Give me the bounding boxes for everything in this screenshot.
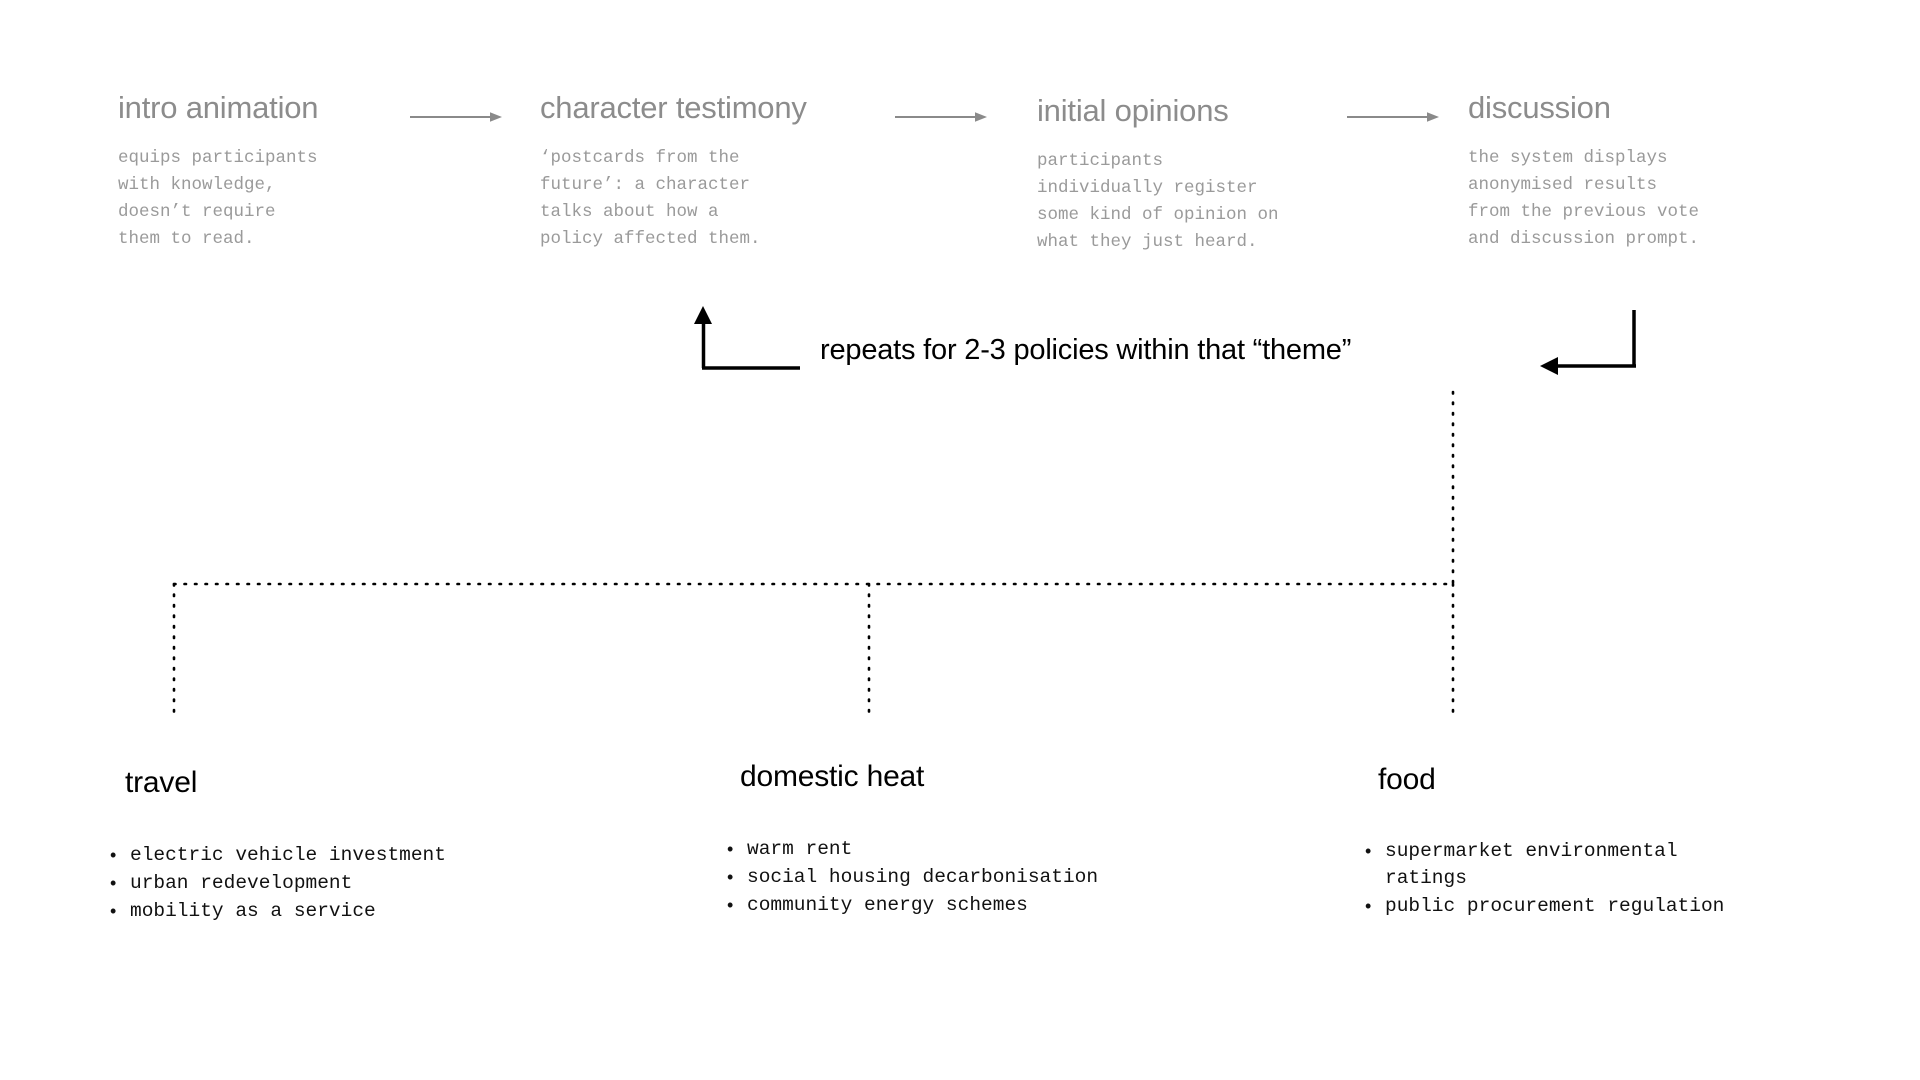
- flow-stage-title: discussion: [1468, 90, 1611, 125]
- list-item: • urban redevelopment: [108, 870, 446, 897]
- policy-label: mobility as a service: [130, 899, 376, 922]
- arrow-right-icon: [410, 108, 502, 126]
- list-item: • public procurement regulation: [1363, 893, 1724, 920]
- flow-stage-discussion: discussion the system displays anonymise…: [1468, 92, 1699, 254]
- theme-column-domestic-heat: domestic heat • warm rent • social housi…: [727, 760, 1098, 920]
- flow-stage-title: initial opinions: [1037, 93, 1229, 128]
- process-flow-row: intro animation equips participants with…: [0, 0, 1920, 300]
- list-item: • electric vehicle investment: [108, 842, 446, 869]
- bullet-icon: •: [727, 839, 734, 859]
- loop-left-arrow-icon: [694, 306, 800, 370]
- list-item: • mobility as a service: [108, 898, 446, 925]
- policy-label: social housing decarbonisation: [747, 865, 1099, 888]
- flow-stage-character-testimony: character testimony ‘postcards from the …: [540, 92, 807, 254]
- theme-policy-list: • supermarket environmental ratings • pu…: [1363, 838, 1724, 920]
- flow-stage-description: ‘postcards from the future’: a character…: [540, 148, 761, 250]
- bullet-icon: •: [727, 894, 734, 915]
- theme-policy-list: • electric vehicle investment • urban re…: [108, 842, 446, 925]
- arrow-right-icon: [895, 108, 987, 126]
- theme-title: domestic heat: [740, 760, 925, 793]
- theme-policy-list: • warm rent • social housing decarbonisa…: [725, 836, 1098, 919]
- policy-label: public procurement regulation: [1385, 894, 1725, 917]
- policy-label: community energy schemes: [747, 893, 1028, 916]
- list-item: • community energy schemes: [725, 892, 1098, 919]
- repeat-loop-label: repeats for 2-3 policies within that “th…: [820, 334, 1352, 366]
- flow-stage-description: equips participants with knowledge, does…: [118, 148, 318, 250]
- bullet-icon: •: [1365, 895, 1372, 916]
- bullet-icon: •: [110, 900, 117, 921]
- flow-stage-title: intro animation: [118, 90, 319, 125]
- flow-stage-initial-opinions: initial opinions participants individual…: [1037, 95, 1279, 257]
- theme-title: travel: [125, 766, 198, 799]
- policy-label: supermarket environmental ratings: [1385, 840, 1678, 889]
- policy-label: electric vehicle investment: [130, 844, 446, 866]
- bullet-icon: •: [110, 872, 117, 893]
- bullet-icon: •: [110, 845, 117, 865]
- theme-column-travel: travel • electric vehicle investment • u…: [110, 766, 446, 926]
- bullet-icon: •: [727, 866, 734, 887]
- flow-stage-description: participants individually register some …: [1037, 151, 1279, 253]
- theme-column-food: food • supermarket environmental ratings…: [1365, 763, 1724, 921]
- theme-title: food: [1378, 763, 1436, 796]
- arrow-right-icon: [1347, 108, 1439, 126]
- flow-stage-description: the system displays anonymised results f…: [1468, 148, 1700, 250]
- theme-tree-connectors: [0, 380, 1920, 730]
- bullet-icon: •: [1365, 841, 1372, 861]
- list-item: • warm rent: [725, 836, 1098, 863]
- policy-label: warm rent: [747, 838, 853, 860]
- flow-stage-intro-animation: intro animation equips participants with…: [118, 90, 319, 254]
- list-item: • social housing decarbonisation: [725, 864, 1098, 891]
- policy-label: urban redevelopment: [130, 871, 353, 894]
- list-item: • supermarket environmental ratings: [1363, 838, 1724, 892]
- loop-right-arrow-icon: [1540, 310, 1636, 375]
- flow-stage-title: character testimony: [540, 90, 807, 125]
